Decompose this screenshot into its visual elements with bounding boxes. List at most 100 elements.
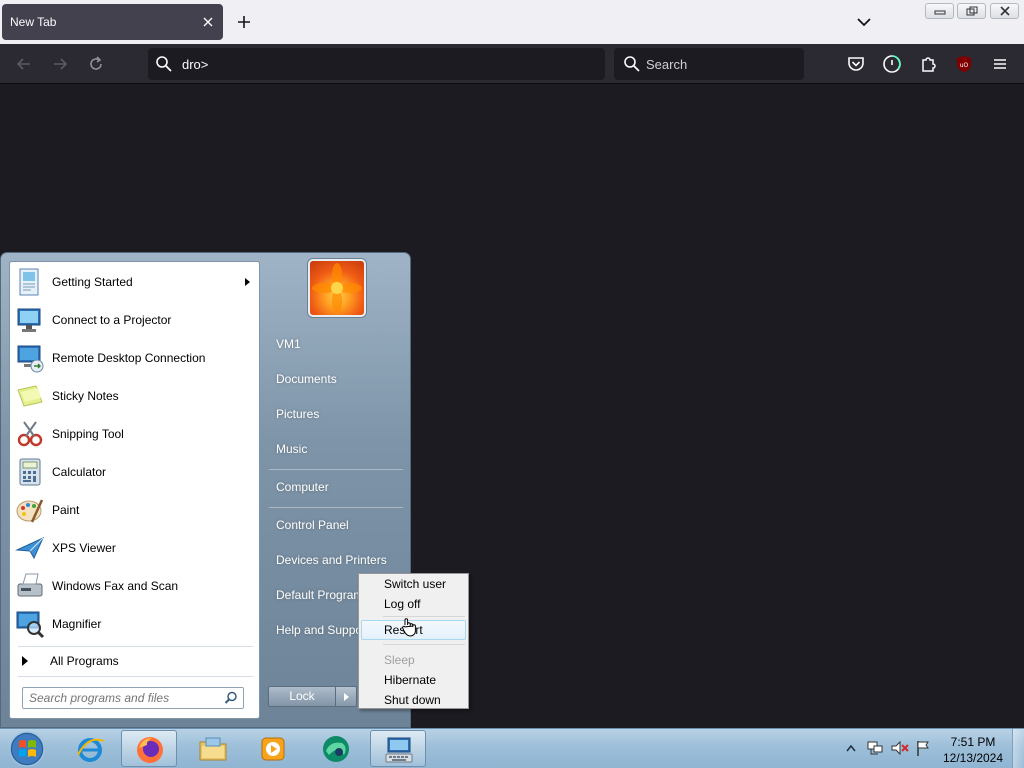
program-sticky-notes[interactable]: Sticky Notes <box>12 378 258 414</box>
back-arrow-icon[interactable] <box>12 52 36 76</box>
taskbar-keyboard-app[interactable] <box>370 730 426 767</box>
taskbar-firefox[interactable] <box>121 730 177 767</box>
taskbar-browser-app[interactable] <box>308 730 364 767</box>
program-label: Windows Fax and Scan <box>52 579 179 593</box>
search-icon <box>155 55 173 76</box>
user-picture[interactable] <box>308 259 366 317</box>
minimize-button[interactable] <box>925 3 954 19</box>
programs-pane: Getting Started Connect to a Projector R… <box>9 261 260 719</box>
new-tab-button[interactable] <box>232 10 256 34</box>
chevron-down-icon[interactable] <box>852 10 876 34</box>
keyboard-app-icon <box>385 737 413 763</box>
link-devices-printers[interactable]: Devices and Printers <box>276 553 387 567</box>
menu-item-label: Switch user <box>384 577 447 591</box>
program-remote-desktop[interactable]: Remote Desktop Connection <box>12 340 258 376</box>
extensions-icon[interactable] <box>916 52 940 76</box>
calculator-icon <box>14 456 46 488</box>
program-getting-started[interactable]: Getting Started <box>12 264 258 300</box>
program-calculator[interactable]: Calculator <box>12 454 258 490</box>
link-computer[interactable]: Computer <box>276 480 329 494</box>
network-icon[interactable] <box>866 739 884 757</box>
all-programs-button[interactable]: All Programs <box>12 650 258 672</box>
menu-item-label: Log off <box>384 597 421 611</box>
media-player-icon <box>261 737 285 761</box>
taskbar-internet-explorer[interactable] <box>62 730 118 767</box>
show-desktop-button[interactable] <box>1012 729 1024 768</box>
svg-text:uO: uO <box>960 62 969 69</box>
ublock-icon[interactable]: uO <box>952 52 976 76</box>
taskbar-media-player[interactable] <box>245 730 301 767</box>
search-icon <box>224 691 238 708</box>
start-search-box[interactable] <box>22 687 244 709</box>
menu-item-hibernate[interactable]: Hibernate <box>361 670 466 690</box>
taskbar-file-explorer[interactable] <box>185 730 241 767</box>
system-clock[interactable]: 7:51 PM 12/13/2024 <box>936 734 1010 766</box>
program-magnifier[interactable]: Magnifier <box>12 606 258 642</box>
start-menu: Getting Started Connect to a Projector R… <box>0 252 411 728</box>
tab-title: New Tab <box>10 15 57 29</box>
link-music[interactable]: Music <box>276 442 307 456</box>
clock-time: 7:51 PM <box>950 735 996 749</box>
divider <box>18 676 253 677</box>
menu-item-shut-down[interactable]: Shut down <box>361 690 466 710</box>
fax-scan-icon <box>14 570 46 602</box>
mouse-cursor-icon <box>402 618 416 637</box>
hamburger-menu-icon[interactable] <box>988 52 1012 76</box>
start-button[interactable] <box>5 729 49 768</box>
link-pictures[interactable]: Pictures <box>276 407 319 421</box>
menu-separator <box>383 644 465 645</box>
menu-item-label: Shut down <box>384 693 441 707</box>
link-documents[interactable]: Documents <box>276 372 337 386</box>
reload-icon[interactable] <box>84 52 108 76</box>
submenu-arrow-icon <box>245 278 250 286</box>
taskbar: 7:51 PM 12/13/2024 <box>0 728 1024 768</box>
address-bar[interactable]: dro> <box>148 48 605 80</box>
snipping-tool-icon <box>14 418 46 450</box>
tab-new-tab[interactable]: New Tab <box>2 4 223 40</box>
program-fax-scan[interactable]: Windows Fax and Scan <box>12 568 258 604</box>
forward-arrow-icon[interactable] <box>48 52 72 76</box>
link-user[interactable]: VM1 <box>276 337 301 351</box>
start-search-input[interactable] <box>29 690 219 706</box>
all-programs-label: All Programs <box>50 654 119 668</box>
close-window-button[interactable] <box>990 3 1019 19</box>
show-hidden-icons-icon[interactable] <box>846 744 856 752</box>
remote-desktop-icon <box>14 342 46 374</box>
tab-strip: New Tab <box>0 0 1024 44</box>
address-text: dro> <box>182 57 209 72</box>
divider <box>18 646 253 647</box>
power-options-arrow-button[interactable] <box>335 686 357 707</box>
close-tab-icon[interactable] <box>199 13 217 31</box>
program-label: XPS Viewer <box>52 541 116 555</box>
divider <box>269 469 403 470</box>
file-explorer-icon <box>199 737 227 761</box>
menu-item-log-off[interactable]: Log off <box>361 594 466 614</box>
action-center-flag-icon[interactable] <box>914 739 932 757</box>
account-icon[interactable] <box>880 52 904 76</box>
getting-started-icon <box>14 266 46 298</box>
browser-app-icon <box>323 736 349 762</box>
program-paint[interactable]: Paint <box>12 492 258 528</box>
link-help-support[interactable]: Help and Suppo <box>276 623 362 637</box>
lock-button[interactable]: Lock <box>268 686 336 707</box>
nav-toolbar: dro> Search uO <box>0 44 1024 84</box>
link-control-panel[interactable]: Control Panel <box>276 518 349 532</box>
menu-item-label: Sleep <box>384 653 415 667</box>
program-xps-viewer[interactable]: XPS Viewer <box>12 530 258 566</box>
paint-icon <box>14 494 46 526</box>
menu-item-switch-user[interactable]: Switch user <box>361 574 466 594</box>
power-options-menu: Switch user Log off Restart Sleep Hibern… <box>358 573 469 709</box>
internet-explorer-icon <box>77 738 105 762</box>
link-default-programs[interactable]: Default Program <box>276 588 363 602</box>
program-label: Connect to a Projector <box>52 313 172 327</box>
program-snipping-tool[interactable]: Snipping Tool <box>12 416 258 452</box>
search-bar[interactable]: Search <box>614 48 804 80</box>
volume-muted-icon[interactable] <box>890 739 910 757</box>
program-connect-projector[interactable]: Connect to a Projector <box>12 302 258 338</box>
program-label: Calculator <box>52 465 107 479</box>
restore-button[interactable] <box>957 3 986 19</box>
pocket-icon[interactable] <box>844 52 868 76</box>
clock-date: 12/13/2024 <box>942 751 1004 765</box>
program-label: Paint <box>52 503 80 517</box>
program-label: Remote Desktop Connection <box>52 351 206 365</box>
